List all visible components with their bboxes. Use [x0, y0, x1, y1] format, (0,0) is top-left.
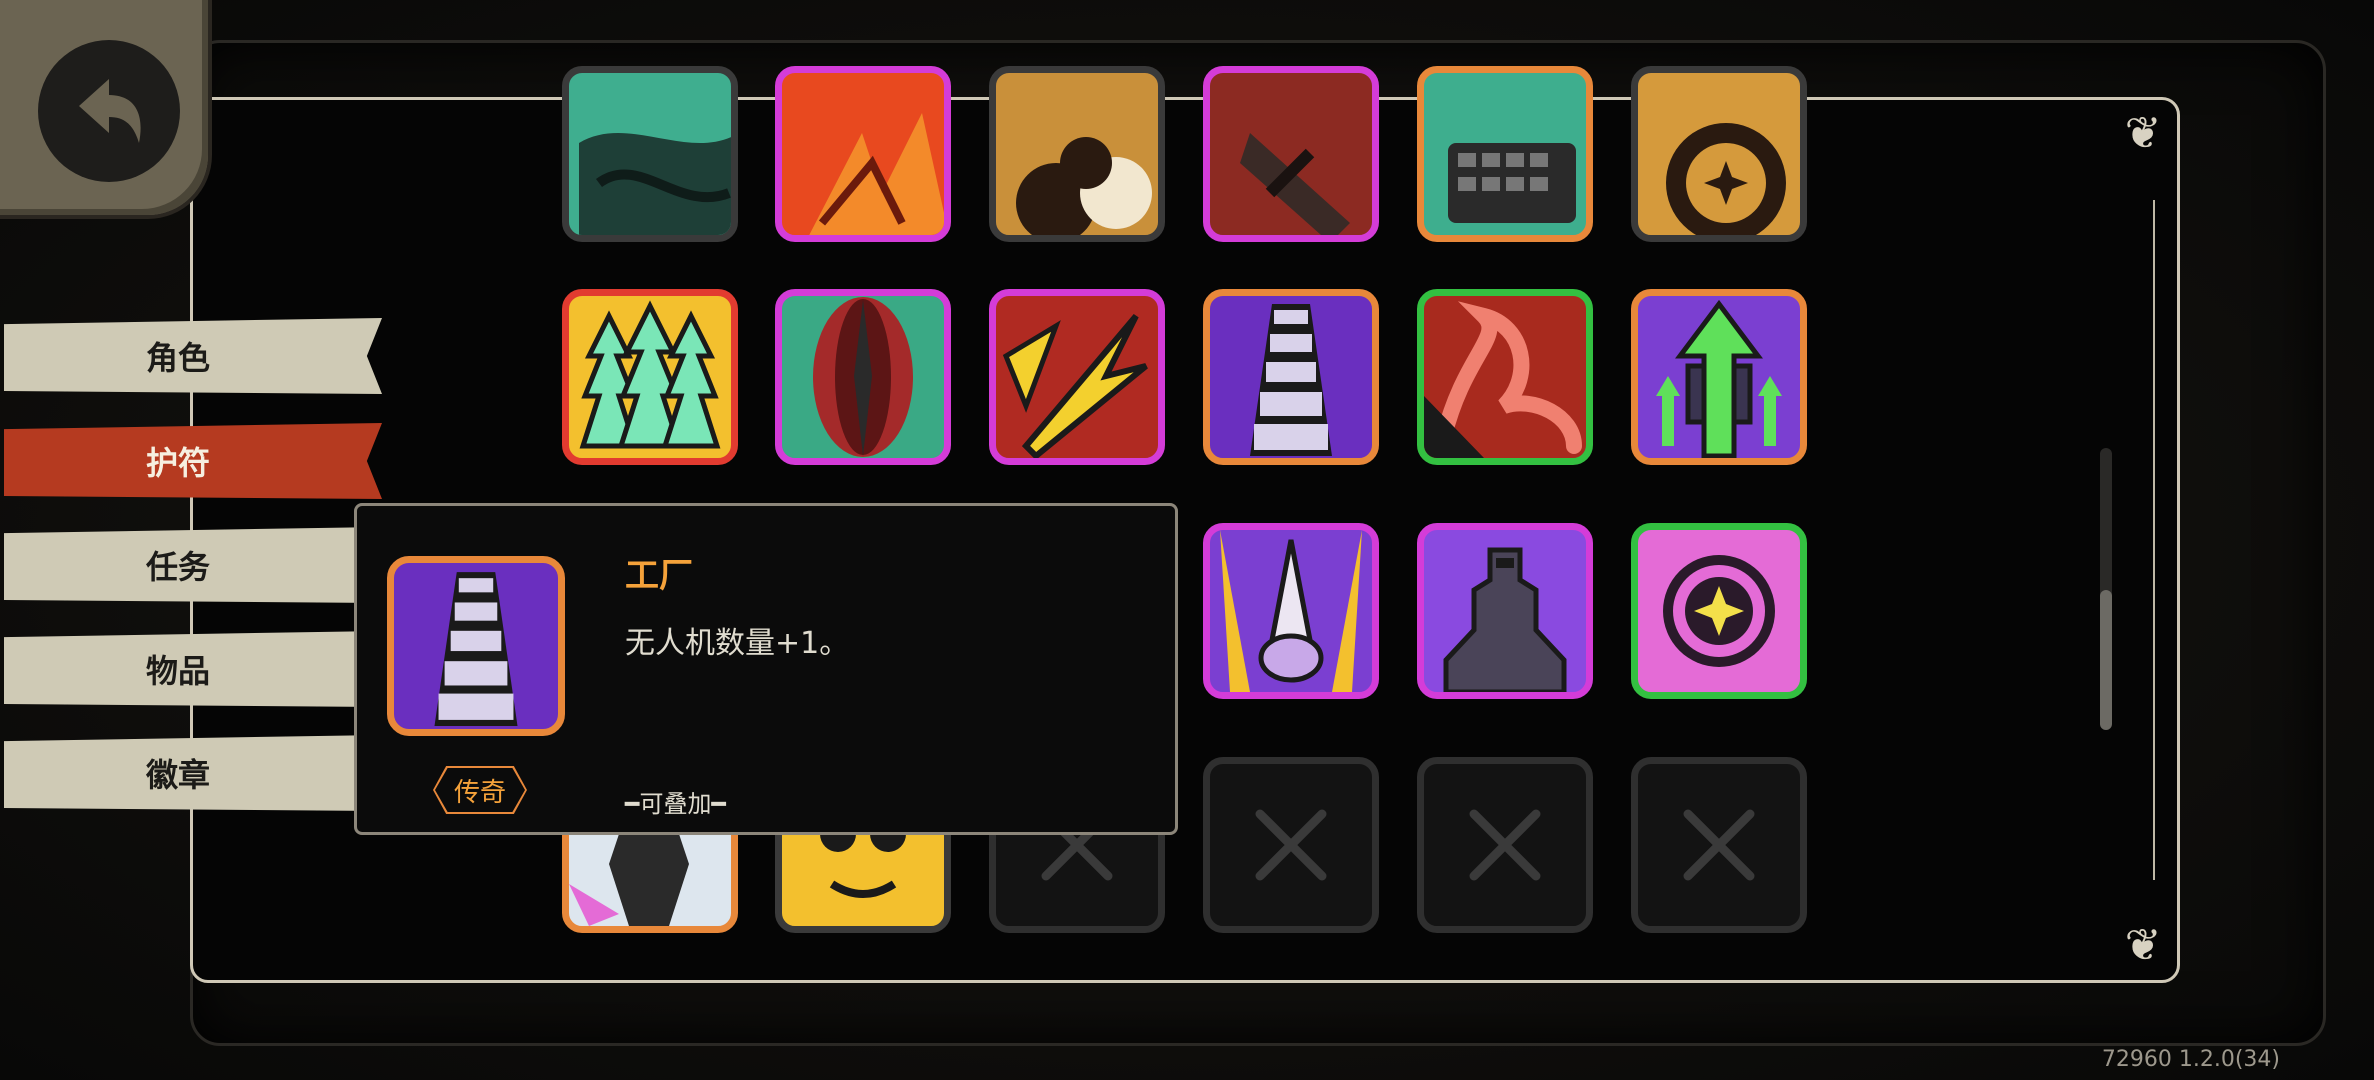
charm-slot-blade[interactable]: [775, 289, 951, 465]
charm-slot-triple-arrow[interactable]: [562, 289, 738, 465]
corner-ornament-icon: ❦: [2124, 920, 2162, 971]
scrollbar-thumb[interactable]: [2100, 590, 2112, 730]
menu-tab-label: 物品: [145, 652, 210, 690]
panel-divider: [2153, 200, 2155, 880]
menu-tab-label: 徽章: [145, 756, 210, 794]
charm-slot-lightning[interactable]: [989, 289, 1165, 465]
stackable-label: ━可叠加━: [625, 790, 726, 818]
back-arrow-icon: [38, 40, 180, 182]
menu-tab-badge[interactable]: 徽章: [4, 735, 382, 811]
charm-slot-tank[interactable]: [1417, 523, 1593, 699]
menu-tab-label: 护符: [145, 444, 210, 482]
menu-tab-label: 角色: [145, 339, 210, 377]
menu-tab-charm[interactable]: 护符: [4, 423, 382, 499]
charm-slot-smoke[interactable]: [989, 66, 1165, 242]
factory-charm-icon: [387, 556, 565, 736]
menu-tab-task[interactable]: 任务: [4, 527, 382, 603]
menu-tab-item[interactable]: 物品: [4, 631, 382, 707]
charm-description: 无人机数量+1。: [625, 626, 850, 661]
charm-slot-drill[interactable]: [1203, 523, 1379, 699]
charm-slot-factory[interactable]: [1203, 289, 1379, 465]
charm-slot-tentacle[interactable]: [1417, 289, 1593, 465]
charm-slot-empty: [1631, 757, 1807, 933]
rarity-badge: 传奇: [433, 766, 527, 814]
version-label: 72960 1.2.0(34): [2101, 1047, 2280, 1072]
charm-slot-gun[interactable]: [1203, 66, 1379, 242]
corner-ornament-icon: ❦: [2124, 108, 2162, 159]
menu-tab-label: 任务: [145, 548, 210, 586]
charm-slot-sun[interactable]: [1631, 66, 1807, 242]
menu-tab-role[interactable]: 角色: [4, 318, 382, 394]
charm-slot-keyboard[interactable]: [1417, 66, 1593, 242]
rarity-label: 传奇: [435, 768, 525, 812]
charm-slot-green-arrow[interactable]: [1631, 289, 1807, 465]
back-button[interactable]: [0, 0, 208, 215]
charm-slot-teal[interactable]: [562, 66, 738, 242]
charm-tooltip: 工厂 无人机数量+1。 传奇 ━可叠加━: [354, 503, 1178, 835]
charm-slot-empty: [1203, 757, 1379, 933]
charm-name: 工厂: [625, 556, 693, 596]
charm-slot-star-orb[interactable]: [1631, 523, 1807, 699]
charm-slot-fire[interactable]: [775, 66, 951, 242]
charm-slot-empty: [1417, 757, 1593, 933]
